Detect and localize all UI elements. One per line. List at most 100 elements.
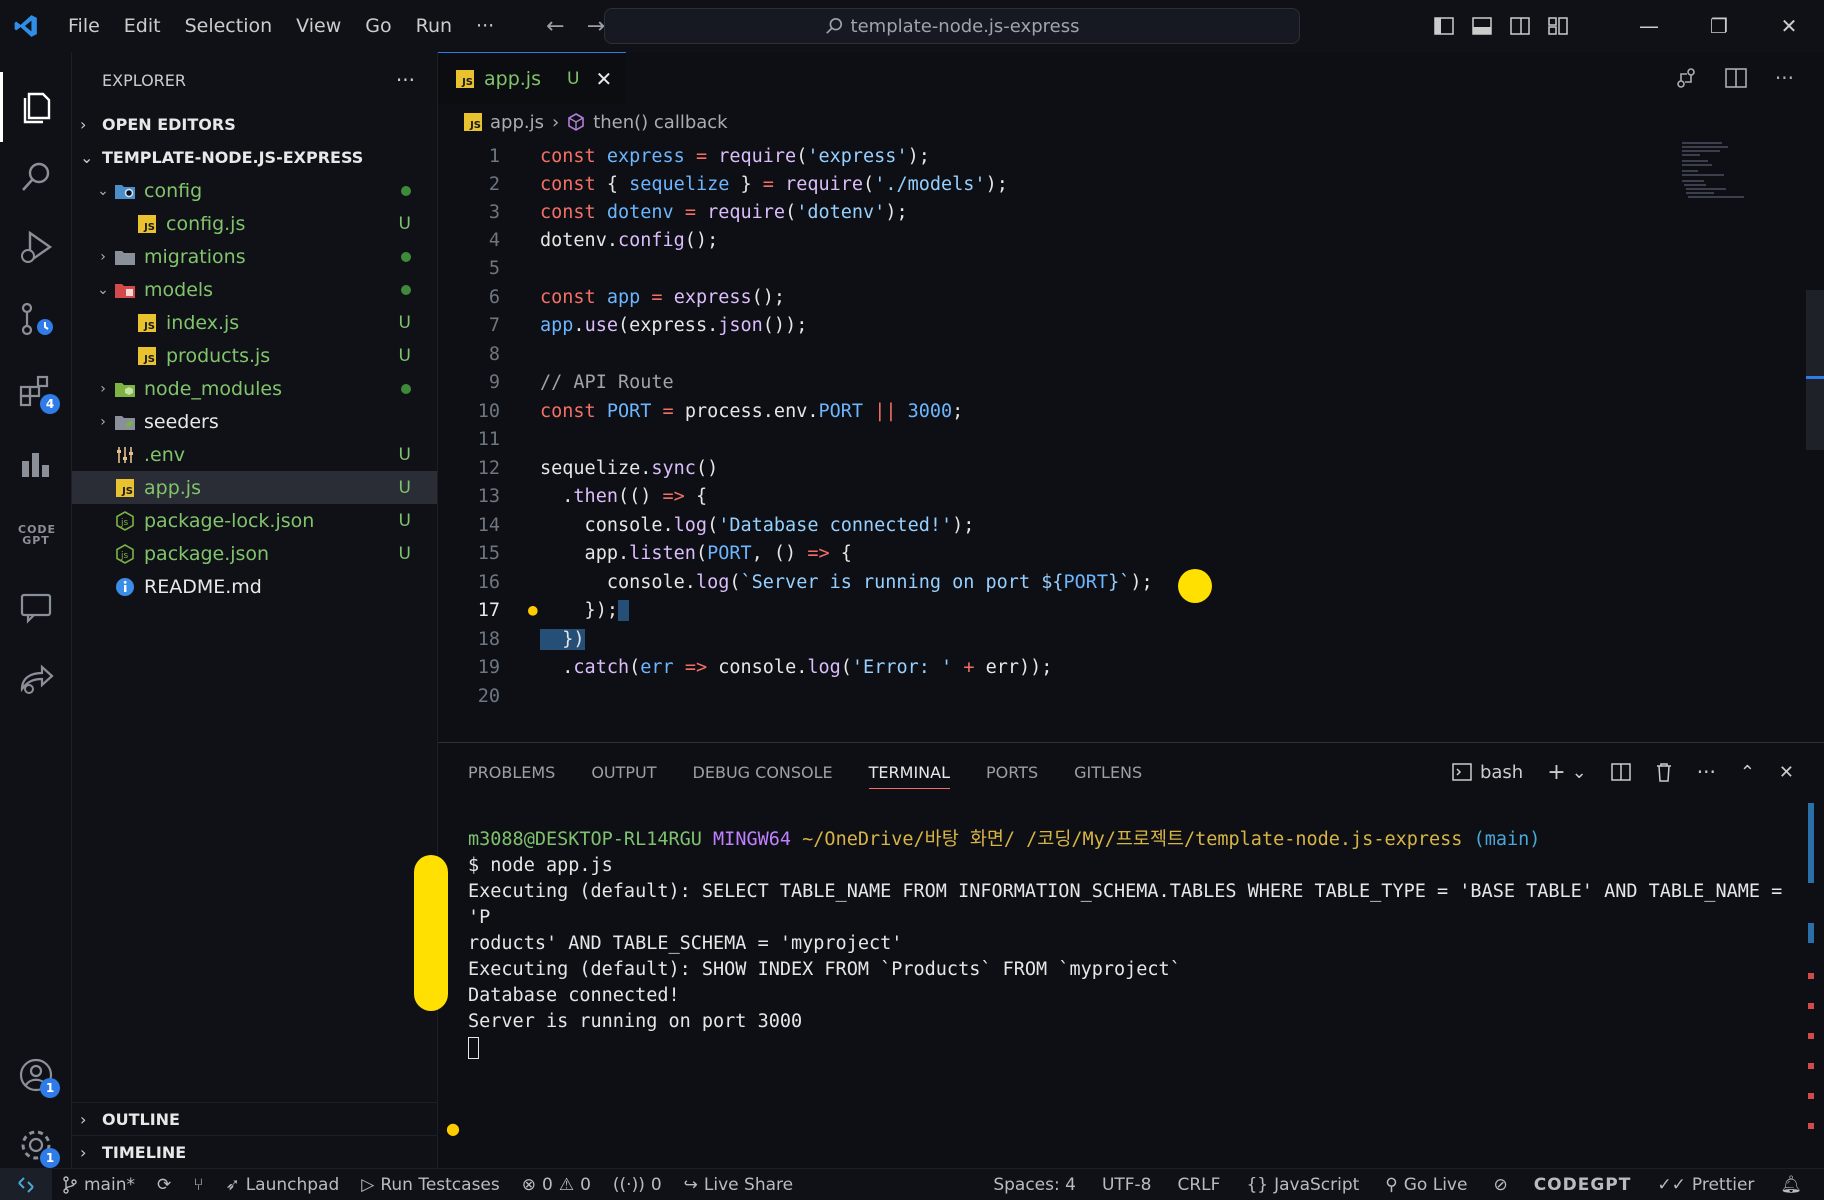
terminal-scrollbar[interactable] — [1808, 803, 1814, 1133]
editor-more-icon[interactable]: ··· — [1775, 66, 1794, 90]
tree-file-env[interactable]: .env U — [72, 438, 437, 471]
tab-gitlens[interactable]: GITLENS — [1074, 763, 1142, 782]
tree-folder-models[interactable]: ⌄ models — [72, 273, 437, 306]
git-modified-dot — [401, 251, 411, 262]
timeline-section[interactable]: › TIMELINE — [72, 1135, 437, 1168]
tree-file-readme[interactable]: README.md — [72, 570, 437, 603]
command-center-search[interactable]: template-node.js-express — [604, 8, 1300, 44]
compare-changes-icon[interactable] — [1675, 67, 1697, 89]
tree-folder-seeders[interactable]: › seeders — [72, 405, 437, 438]
breadcrumb-symbol[interactable]: then() callback — [593, 112, 727, 133]
close-tab-icon[interactable]: ✕ — [595, 67, 612, 91]
editor-scrollbar[interactable] — [1806, 290, 1824, 450]
tab-debug-console[interactable]: DEBUG CONSOLE — [693, 763, 833, 782]
sync-icon[interactable]: ⟳ — [157, 1175, 171, 1195]
chat-icon[interactable] — [0, 572, 72, 642]
menu-view[interactable]: View — [284, 15, 353, 37]
git-status: U — [398, 444, 411, 465]
eol-status[interactable]: CRLF — [1178, 1175, 1221, 1195]
graph-icon[interactable]: ⑂ — [193, 1175, 203, 1195]
trash-icon[interactable] — [1655, 762, 1673, 782]
lightbulb-icon[interactable]: ● — [528, 600, 538, 619]
remote-indicator[interactable] — [0, 1168, 52, 1200]
menu-run[interactable]: Run — [404, 15, 464, 37]
run-testcases-status[interactable]: ▷ Run Testcases — [361, 1175, 500, 1195]
line-number: 2 — [488, 173, 500, 195]
code-editor[interactable]: 1 const express = require('express'); 2 co… — [438, 140, 1824, 742]
problems-status[interactable]: ⊗ 0 ⚠ 0 — [522, 1175, 591, 1195]
analytics-icon[interactable] — [0, 428, 72, 498]
code-line: sequelize.sync() — [540, 457, 719, 479]
tree-file-config-js[interactable]: JS config.js U — [72, 207, 437, 240]
tab-problems[interactable]: PROBLEMS — [468, 763, 555, 782]
customize-layout-icon[interactable] — [1548, 17, 1568, 35]
restore-icon[interactable]: ❐ — [1684, 14, 1754, 38]
chevron-down-icon[interactable]: ⌄ — [1572, 762, 1587, 783]
breadcrumb-file[interactable]: app.js — [490, 112, 544, 133]
run-debug-icon[interactable] — [0, 212, 72, 282]
minimap[interactable] — [1682, 142, 1762, 202]
tab-app-js[interactable]: JS app.js U ✕ — [438, 52, 627, 104]
search-icon[interactable] — [0, 142, 72, 212]
menu-selection[interactable]: Selection — [173, 15, 285, 37]
codegpt-status[interactable]: CODEGPT — [1534, 1175, 1632, 1195]
ports-status[interactable]: ((·)) 0 — [613, 1175, 662, 1195]
launchpad-status[interactable]: ➶ Launchpad — [225, 1175, 339, 1195]
live-share-status[interactable]: ↪ Live Share — [684, 1175, 793, 1195]
toggle-panel-icon[interactable] — [1472, 17, 1492, 35]
minimize-icon[interactable]: — — [1614, 14, 1684, 38]
branch-status[interactable]: main* — [62, 1175, 135, 1195]
tree-folder-migrations[interactable]: › migrations — [72, 240, 437, 273]
menu-more[interactable]: ··· — [464, 15, 506, 37]
live-share-icon[interactable] — [0, 644, 72, 714]
tab-ports[interactable]: PORTS — [986, 763, 1038, 782]
split-terminal-icon[interactable] — [1610, 763, 1631, 781]
explorer-more-button[interactable]: ··· — [396, 68, 415, 92]
codegpt-icon[interactable]: CODE GPT — [0, 500, 72, 570]
lightbulb-icon[interactable]: ● — [446, 1119, 460, 1138]
toggle-primary-sidebar-icon[interactable] — [1434, 17, 1454, 35]
menu-file[interactable]: File — [56, 15, 112, 37]
accounts-icon[interactable]: 1 — [0, 1040, 72, 1110]
tree-folder-node-modules[interactable]: › node_modules — [72, 372, 437, 405]
menu-go[interactable]: Go — [353, 15, 403, 37]
toggle-secondary-sidebar-icon[interactable] — [1510, 17, 1530, 35]
extensions-icon[interactable]: 4 — [0, 356, 72, 426]
explorer-icon[interactable] — [0, 72, 72, 142]
tree-file-package-lock-json[interactable]: js package-lock.json U — [72, 504, 437, 537]
forward-arrow-icon[interactable]: → — [587, 14, 605, 39]
line-number: 15 — [477, 542, 500, 564]
tree-file-index-js[interactable]: JS index.js U — [72, 306, 437, 339]
maximize-panel-icon[interactable]: ⌃ — [1740, 762, 1755, 783]
back-arrow-icon[interactable]: ← — [546, 14, 564, 39]
tree-folder-config[interactable]: ⌄ config — [72, 174, 437, 207]
menu-edit[interactable]: Edit — [112, 15, 173, 37]
project-section[interactable]: ⌄ TEMPLATE-NODE.JS-EXPRESS — [72, 141, 437, 174]
terminal-line: Executing (default): SELECT TABLE_NAME F… — [468, 881, 1783, 928]
outline-section[interactable]: › OUTLINE — [72, 1102, 437, 1135]
tree-file-package-json[interactable]: js package.json U — [72, 537, 437, 570]
tree-file-app-js[interactable]: JS app.js U — [72, 471, 437, 504]
encoding-status[interactable]: UTF-8 — [1102, 1175, 1152, 1195]
tree-file-products-js[interactable]: JS products.js U — [72, 339, 437, 372]
source-control-icon[interactable] — [0, 284, 72, 354]
copilot-disabled-icon[interactable]: ⊘ — [1493, 1175, 1507, 1195]
notifications-bell-icon[interactable]: 🔔︎ — [1780, 1175, 1802, 1195]
indentation-status[interactable]: Spaces: 4 — [993, 1175, 1076, 1195]
terminal-output[interactable]: m3088@DESKTOP-RL14RGU MINGW64 ~/OneDrive… — [468, 827, 1808, 1061]
language-status[interactable]: {} JavaScript — [1246, 1175, 1359, 1195]
tab-terminal[interactable]: TERMINAL — [868, 763, 951, 789]
close-panel-icon[interactable]: ✕ — [1779, 762, 1794, 783]
terminal-selector[interactable]: bash — [1452, 762, 1523, 783]
split-editor-icon[interactable] — [1725, 68, 1747, 88]
open-editors-section[interactable]: › OPEN EDITORS — [72, 108, 437, 141]
status-bar: main* ⟳ ⑂ ➶ Launchpad ▷ Run Testcases ⊗ … — [0, 1168, 1824, 1200]
new-terminal-plus-icon[interactable]: + — [1547, 760, 1565, 785]
close-window-icon[interactable]: ✕ — [1754, 14, 1824, 38]
prettier-status[interactable]: ✓✓ Prettier — [1657, 1175, 1754, 1195]
code-line: const express = require('express'); — [540, 145, 930, 167]
panel-more-icon[interactable]: ··· — [1697, 760, 1716, 784]
go-live-status[interactable]: ⚲ Go Live — [1385, 1175, 1467, 1195]
tree-item-label: node_modules — [144, 377, 283, 400]
tab-output[interactable]: OUTPUT — [591, 763, 656, 782]
